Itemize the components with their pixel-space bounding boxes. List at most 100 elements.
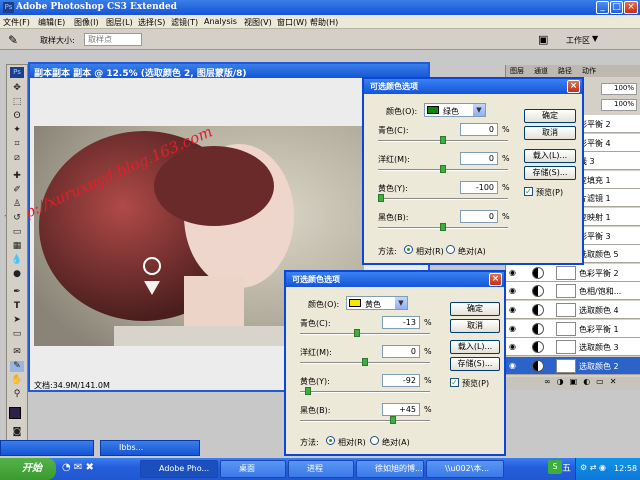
brush-tool-icon[interactable]: ✐ [10, 185, 24, 196]
save-button[interactable]: 存储(S)... [450, 357, 500, 371]
lasso-tool-icon[interactable]: ʘ [10, 111, 24, 122]
minimized-window[interactable] [0, 440, 94, 456]
layer-mask-thumbnail[interactable] [556, 321, 576, 336]
move-tool-icon[interactable]: ✥ [10, 83, 24, 94]
menu-window[interactable]: 窗口(W) [277, 17, 307, 28]
eye-icon[interactable]: ◉ [509, 342, 519, 352]
maximize-button[interactable]: □ [610, 1, 623, 14]
menu-view[interactable]: 视图(V) [244, 17, 272, 28]
cancel-button[interactable]: 取消 [524, 126, 576, 140]
slider-track[interactable] [300, 358, 430, 366]
start-button[interactable]: 开始 [0, 458, 56, 480]
layer-row[interactable]: ◉ 色相/饱和... [506, 282, 640, 301]
tab-actions[interactable]: 动作 [582, 66, 596, 76]
slider-thumb[interactable] [440, 223, 446, 231]
tab-channels[interactable]: 通道 [534, 66, 548, 76]
eye-icon[interactable]: ◉ [509, 268, 519, 278]
blur-tool-icon[interactable]: 💧 [10, 255, 24, 266]
slider-thumb[interactable] [378, 194, 384, 202]
ok-button[interactable]: 确定 [450, 302, 500, 316]
eyedropper-tool-icon[interactable]: ✎ [10, 361, 24, 372]
slider-track[interactable] [378, 165, 508, 173]
slider-value-field[interactable]: -13 [382, 316, 420, 329]
layer-row[interactable]: ◉ 选取颜色 4 [506, 301, 640, 319]
slider-value-field[interactable]: 0 [460, 123, 498, 136]
slider-thumb[interactable] [440, 136, 446, 144]
slider-value-field[interactable]: +45 [382, 403, 420, 416]
eye-icon[interactable]: ◉ [509, 305, 519, 315]
crop-tool-icon[interactable]: ⌗ [10, 139, 24, 150]
ime-icon[interactable]: S [548, 460, 562, 474]
method-absolute-radio[interactable] [446, 245, 455, 254]
menu-filter[interactable]: 滤镜(T) [171, 17, 198, 28]
dialog-close-button[interactable]: × [489, 273, 502, 286]
pen-tool-icon[interactable]: ✒ [10, 287, 24, 298]
dialog-close-button[interactable]: × [567, 80, 580, 93]
slider-value-field[interactable]: 0 [460, 152, 498, 165]
task-desktop[interactable]: 桌面 [220, 460, 286, 478]
slider-thumb[interactable] [304, 387, 311, 395]
menu-help[interactable]: 帮助(H) [310, 17, 338, 28]
eyedropper-icon[interactable]: ✎ [8, 33, 18, 47]
layer-mask-thumbnail[interactable] [556, 265, 576, 280]
close-button[interactable]: × [624, 1, 638, 14]
color-select[interactable]: 黄色 ▼ [346, 296, 408, 310]
workspace-button[interactable]: 工作区 [566, 35, 590, 46]
layer-mask-thumbnail[interactable] [556, 340, 576, 355]
cancel-button[interactable]: 取消 [450, 319, 500, 333]
quicklaunch-icons[interactable]: ◔ ✉ ✖ [62, 462, 94, 473]
palette-icon[interactable]: ▣ [538, 33, 548, 46]
shape-tool-icon[interactable]: ▭ [10, 329, 24, 340]
method-relative-radio[interactable] [326, 436, 335, 445]
slider-value-field[interactable]: 0 [460, 210, 498, 223]
save-button[interactable]: 存储(S)... [524, 166, 576, 180]
task-photoshop[interactable]: Adobe Pho... [140, 460, 218, 478]
slice-tool-icon[interactable]: ⧄ [10, 153, 24, 164]
minimized-window-bbs[interactable]: Ibbs... [100, 440, 200, 456]
preview-checkbox[interactable]: ✓ [450, 378, 459, 387]
slider-track[interactable] [300, 329, 430, 337]
method-absolute-radio[interactable] [370, 436, 379, 445]
layer-row[interactable]: ◉ 色彩平衡 2 [506, 263, 640, 282]
notes-tool-icon[interactable]: ✉ [10, 347, 24, 358]
marquee-tool-icon[interactable]: ⬚ [10, 97, 24, 108]
slider-track[interactable] [378, 223, 508, 231]
magic-wand-tool-icon[interactable]: ✦ [10, 125, 24, 136]
minimize-button[interactable]: _ [596, 1, 609, 14]
layer-mask-thumbnail[interactable] [556, 358, 576, 373]
method-relative-radio[interactable] [404, 245, 413, 254]
layer-row[interactable]: ◉ 色彩平衡 1 [506, 319, 640, 338]
layer-row[interactable]: ◉ 选取颜色 2 [506, 356, 640, 375]
ok-button[interactable]: 确定 [524, 109, 576, 123]
color-select[interactable]: 绿色 ▼ [424, 103, 486, 117]
hand-tool-icon[interactable]: ✋ [10, 375, 24, 386]
slider-thumb[interactable] [389, 416, 396, 424]
healing-brush-icon[interactable]: ✚ [10, 171, 24, 182]
history-brush-icon[interactable]: ↺ [10, 213, 24, 224]
slider-value-field[interactable]: -92 [382, 374, 420, 387]
menu-layer[interactable]: 图层(L) [106, 17, 133, 28]
task-blog[interactable]: 徐如旭的博... [356, 460, 424, 478]
slider-track[interactable] [378, 194, 508, 202]
zoom-tool-icon[interactable]: ⚲ [10, 389, 24, 400]
menu-select[interactable]: 选择(S) [138, 17, 165, 28]
task-folder[interactable]: \\u002\本... [426, 460, 504, 478]
load-button[interactable]: 载入(L)... [524, 149, 576, 163]
stamp-tool-icon[interactable]: ♙ [10, 199, 24, 210]
slider-thumb[interactable] [362, 358, 368, 366]
eye-icon[interactable]: ◉ [509, 361, 519, 371]
path-select-icon[interactable]: ➤ [10, 315, 24, 326]
load-button[interactable]: 载入(L)... [450, 340, 500, 354]
slider-value-field[interactable]: 0 [382, 345, 420, 358]
gradient-tool-icon[interactable]: ▦ [10, 241, 24, 252]
fill-field[interactable]: 100% [601, 99, 637, 111]
slider-track[interactable] [300, 387, 430, 395]
slider-thumb[interactable] [440, 165, 446, 173]
quick-mask-icon[interactable]: ◙ [10, 427, 24, 438]
tab-layers[interactable]: 图层 [510, 66, 524, 76]
tray-icons[interactable]: ⚙ ⇄ ◉ [580, 463, 606, 472]
ime-label[interactable]: 五 [562, 461, 571, 474]
sample-size-select[interactable]: 取样点 [84, 33, 142, 46]
layer-mask-thumbnail[interactable] [556, 284, 576, 299]
slider-value-field[interactable]: -100 [460, 181, 498, 194]
